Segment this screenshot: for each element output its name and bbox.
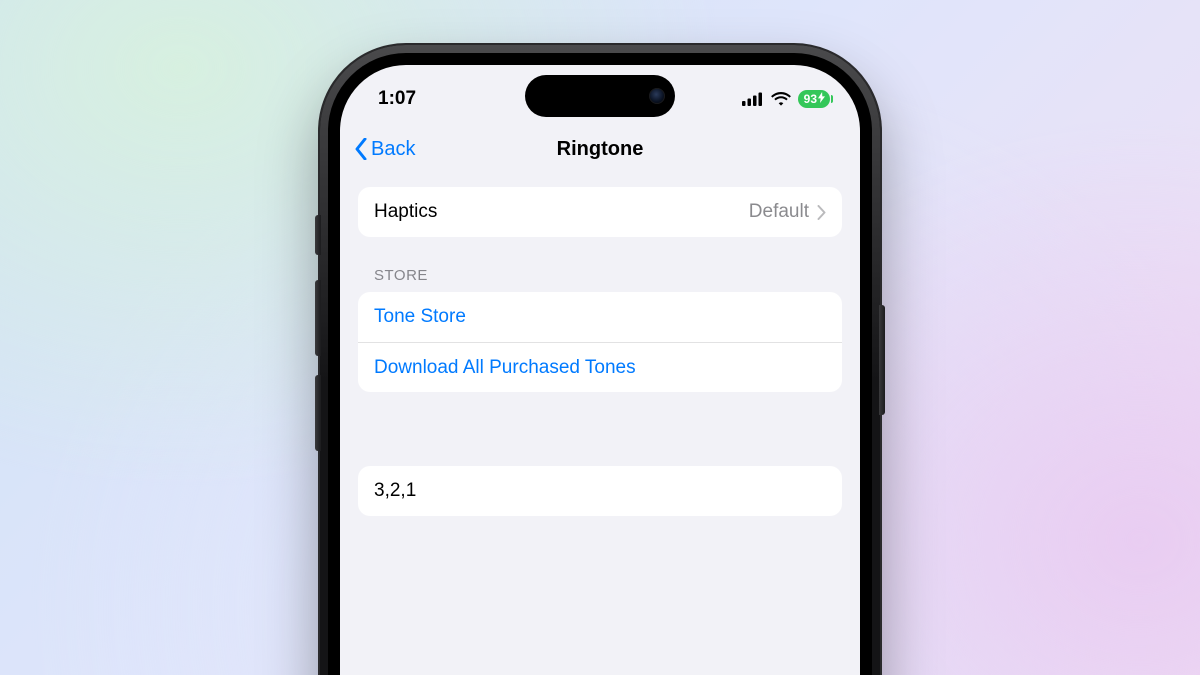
navigation-bar: Back Ringtone	[340, 125, 860, 173]
power-button	[879, 305, 885, 415]
custom-tones-group: 3,2,1	[358, 466, 842, 516]
back-label: Back	[371, 138, 415, 161]
back-button[interactable]: Back	[354, 138, 415, 161]
screen: 1:07	[340, 65, 860, 675]
download-all-label: Download All Purchased Tones	[374, 357, 636, 379]
page-title: Ringtone	[340, 138, 860, 161]
download-all-tones-row[interactable]: Download All Purchased Tones	[358, 342, 842, 392]
haptics-label: Haptics	[374, 201, 437, 223]
cellular-icon	[742, 92, 764, 106]
status-time: 1:07	[378, 88, 416, 110]
tone-store-row[interactable]: Tone Store	[358, 292, 842, 342]
mute-switch	[315, 215, 321, 255]
front-camera-icon	[649, 88, 665, 104]
battery-percent: 93	[804, 92, 817, 106]
volume-up-button	[315, 280, 321, 356]
iphone-frame: 1:07	[320, 45, 880, 675]
store-group: Tone Store Download All Purchased Tones	[358, 292, 842, 392]
haptics-value: Default	[749, 201, 809, 223]
ringtone-label: 3,2,1	[374, 480, 416, 502]
volume-down-button	[315, 375, 321, 451]
ringtone-row[interactable]: 3,2,1	[358, 466, 842, 516]
store-section-header: Store	[358, 237, 842, 292]
tone-store-label: Tone Store	[374, 306, 466, 328]
haptics-row[interactable]: Haptics Default	[358, 187, 842, 237]
chevron-right-icon	[817, 205, 826, 220]
wifi-icon	[771, 92, 791, 106]
dynamic-island	[525, 75, 675, 117]
chevron-left-icon	[354, 138, 368, 160]
charging-bolt-icon	[818, 92, 825, 106]
battery-icon: 93	[798, 90, 830, 108]
haptics-group: Haptics Default	[358, 187, 842, 237]
